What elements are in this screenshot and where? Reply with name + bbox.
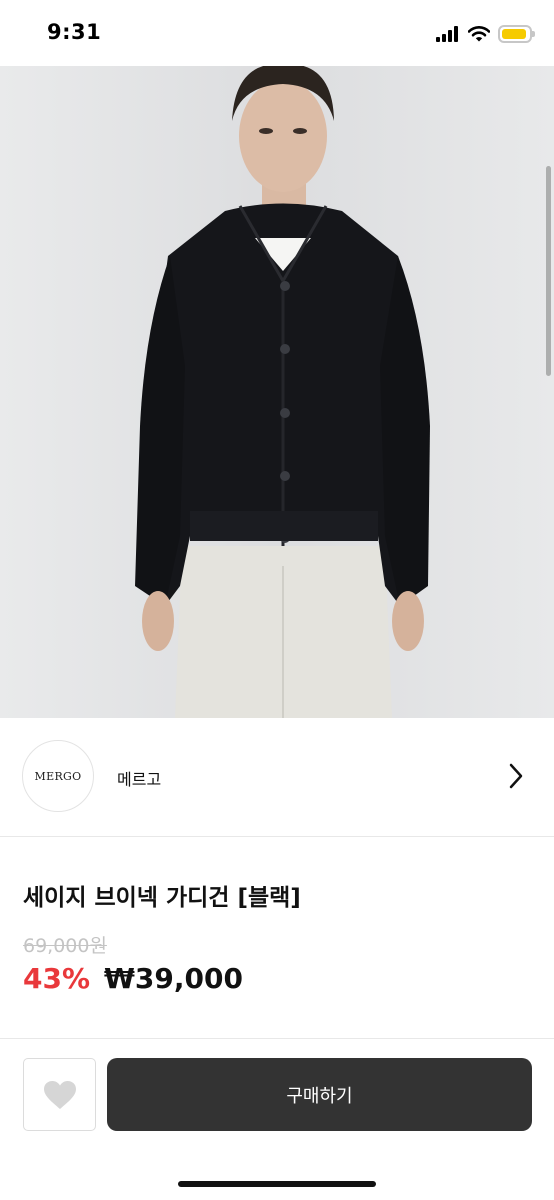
discount-rate: 43% (23, 962, 91, 995)
product-title: 세이지 브이넥 가디건 [블랙] (23, 885, 301, 911)
shop-logo[interactable]: MERGO (22, 740, 94, 812)
product-photo (0, 66, 554, 718)
chevron-right-icon[interactable] (508, 762, 524, 790)
wifi-icon (468, 26, 490, 42)
scroll-indicator (546, 166, 551, 376)
product-image[interactable] (0, 66, 554, 718)
like-button[interactable] (23, 1058, 96, 1131)
buy-button[interactable]: 구매하기 (107, 1058, 532, 1131)
shop-name[interactable]: 메르고 (117, 766, 161, 790)
divider (0, 836, 554, 837)
battery-icon (498, 25, 535, 43)
shop-row[interactable]: MERGO 메르고 (0, 718, 554, 836)
status-icons (436, 22, 535, 46)
status-time: 9:31 (47, 20, 102, 44)
divider (0, 1038, 554, 1039)
home-indicator (178, 1181, 376, 1187)
battery-level (502, 29, 526, 39)
original-price: 69,000원 (23, 935, 107, 957)
status-bar: 9:31 (0, 0, 554, 66)
heart-icon (43, 1080, 76, 1109)
signal-icon (436, 26, 458, 42)
sale-price: ₩39,000 (104, 962, 243, 995)
